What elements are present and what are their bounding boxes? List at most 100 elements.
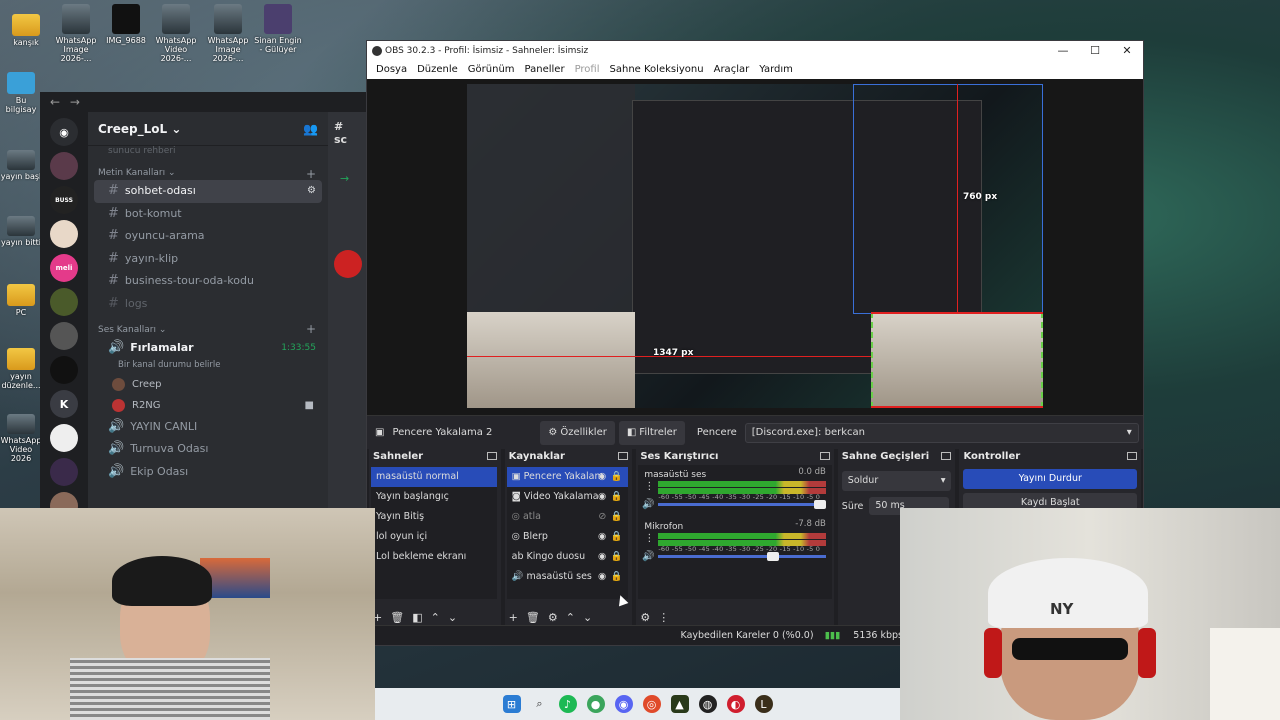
trash-icon[interactable]: 🗑: [526, 611, 540, 624]
eye-icon[interactable]: ◉: [598, 547, 606, 567]
volume-icon[interactable]: 🔊: [642, 551, 654, 562]
desktop-icon[interactable]: WhatsApp Video 2026-...: [150, 4, 202, 63]
voice-user[interactable]: Creep: [88, 374, 328, 395]
discord-icon[interactable]: ◉: [614, 695, 633, 713]
maximize-icon[interactable]: ☐: [1079, 41, 1111, 61]
server-icon[interactable]: [50, 220, 78, 248]
voice-category[interactable]: Ses Kanalları ⌄ +: [88, 315, 328, 337]
menu-edit[interactable]: Düzenle: [412, 61, 463, 79]
voice-channel-active[interactable]: 🔊 Fırlamalar 1:33:55: [94, 337, 322, 360]
volume-slider[interactable]: [658, 552, 827, 561]
voice-user[interactable]: R2NG ■: [88, 395, 328, 416]
desktop-icon[interactable]: yayın başl: [0, 150, 42, 181]
undock-icon[interactable]: [486, 452, 497, 460]
app-icon[interactable]: ◐: [726, 695, 745, 713]
windows-start-icon[interactable]: ⊞: [502, 695, 521, 713]
server-icon[interactable]: BUSS: [50, 186, 78, 214]
arrow-down-icon[interactable]: ⌄: [583, 611, 592, 624]
menu-file[interactable]: Dosya: [371, 61, 412, 79]
channel-item[interactable]: # logs: [94, 293, 322, 316]
slider-knob[interactable]: [814, 500, 827, 509]
undock-icon[interactable]: [941, 452, 952, 460]
desktop-icon[interactable]: kanşık: [0, 8, 52, 47]
filter-icon[interactable]: ◧: [412, 611, 422, 624]
menu-help[interactable]: Yardım: [754, 61, 798, 79]
app-icon[interactable]: ▲: [670, 695, 689, 713]
desktop-icon[interactable]: WhatsApp Video 2026: [0, 414, 42, 463]
server-icon[interactable]: [50, 152, 78, 180]
spotify-icon[interactable]: ♪: [558, 695, 577, 713]
arrow-up-icon[interactable]: ⌃: [431, 611, 440, 624]
server-icon[interactable]: [50, 424, 78, 452]
server-header[interactable]: Creep_LoL ⌄ 👥: [88, 112, 328, 146]
voice-status[interactable]: Bir kanal durumu belirle: [88, 360, 328, 374]
lock-icon[interactable]: 🔒: [610, 547, 622, 567]
desktop-icon[interactable]: PC: [0, 278, 42, 317]
scene-item[interactable]: masaüstü normal: [371, 467, 497, 487]
transition-select[interactable]: Soldur ▾: [841, 471, 952, 491]
minimize-icon[interactable]: —: [1047, 41, 1079, 61]
back-arrow-icon[interactable]: ←: [50, 95, 60, 109]
add-icon[interactable]: +: [509, 611, 518, 624]
channel-item[interactable]: # yayın-klip: [94, 248, 322, 271]
menu-scene-collection[interactable]: Sahne Koleksiyonu: [605, 61, 709, 79]
slider-knob[interactable]: [767, 552, 780, 561]
gear-icon[interactable]: ⚙: [307, 180, 316, 203]
stop-stream-button[interactable]: Yayını Durdur: [963, 469, 1137, 489]
scene-item[interactable]: Yayın başlangıç: [371, 487, 497, 507]
source-item[interactable]: ◙ Video Yakalama ◉ 🔒: [507, 487, 629, 507]
chrome-icon[interactable]: ◎: [642, 695, 661, 713]
scene-item[interactable]: Lol bekleme ekranı: [371, 547, 497, 567]
source-item[interactable]: ◎ atla ⊘ 🔒: [507, 507, 629, 527]
window-select[interactable]: [Discord.exe]: berkcan ▾: [744, 422, 1139, 443]
desktop-icon[interactable]: yayın düzenle...: [0, 342, 42, 390]
webcam-source-selected[interactable]: [871, 312, 1043, 408]
desktop-icon[interactable]: WhatsApp Image 2026-...: [202, 4, 254, 63]
server-icon[interactable]: [50, 288, 78, 316]
more-icon[interactable]: ⋮: [658, 611, 669, 624]
obs-preview[interactable]: 1347 px 760 px: [367, 79, 1143, 415]
eye-icon[interactable]: ◉: [598, 527, 606, 547]
eye-icon[interactable]: ◉: [598, 487, 606, 507]
add-channel-icon[interactable]: +: [306, 167, 316, 181]
menu-tools[interactable]: Araçlar: [709, 61, 755, 79]
menu-docks[interactable]: Paneller: [520, 61, 570, 79]
server-icon[interactable]: [50, 356, 78, 384]
lock-icon[interactable]: 🔒: [610, 507, 622, 527]
undock-icon[interactable]: [1127, 452, 1137, 460]
arrow-up-icon[interactable]: ⌃: [566, 611, 575, 624]
eye-icon[interactable]: ◉: [598, 567, 606, 587]
add-member-icon[interactable]: 👥: [303, 112, 318, 146]
server-icon[interactable]: [50, 322, 78, 350]
channel-item[interactable]: # sohbet-odası ⚙: [94, 180, 322, 203]
volume-icon[interactable]: 🔊: [642, 499, 654, 510]
obs-icon[interactable]: ◍: [698, 695, 717, 713]
app-icon[interactable]: ●: [586, 695, 605, 713]
lock-icon[interactable]: 🔒: [610, 487, 622, 507]
more-icon[interactable]: ⋮: [644, 481, 654, 492]
forward-arrow-icon[interactable]: →: [70, 95, 80, 109]
lock-icon[interactable]: 🔒: [610, 527, 622, 547]
server-icon[interactable]: K: [50, 390, 78, 418]
gear-icon[interactable]: ⚙: [548, 611, 558, 624]
scene-item[interactable]: lol oyun içi: [371, 527, 497, 547]
more-icon[interactable]: ⋮: [644, 533, 654, 544]
undock-icon[interactable]: [618, 452, 629, 460]
add-channel-icon[interactable]: +: [306, 322, 316, 336]
voice-channel[interactable]: 🔊 YAYIN CANLI: [94, 416, 322, 439]
filters-button[interactable]: ◧ Filtreler: [618, 420, 685, 445]
voice-channel[interactable]: 🔊 Ekip Odası: [94, 461, 322, 484]
close-icon[interactable]: ✕: [1111, 41, 1143, 61]
eye-hidden-icon[interactable]: ⊘: [598, 507, 606, 527]
discord-home-icon[interactable]: ◉: [50, 118, 78, 146]
channel-item[interactable]: # business-tour-oda-kodu: [94, 270, 322, 293]
desktop-icon[interactable]: WhatsApp Image 2026-...: [50, 4, 102, 63]
league-icon[interactable]: L: [754, 695, 773, 713]
lock-icon[interactable]: 🔒: [610, 567, 622, 587]
channel-item[interactable]: # oyuncu-arama: [94, 225, 322, 248]
scene-item[interactable]: Yayın Bitiş: [371, 507, 497, 527]
voice-channel[interactable]: 🔊 Turnuva Odası: [94, 438, 322, 461]
menu-view[interactable]: Görünüm: [463, 61, 520, 79]
lock-icon[interactable]: 🔒: [610, 467, 622, 487]
trash-icon[interactable]: 🗑: [390, 611, 404, 624]
